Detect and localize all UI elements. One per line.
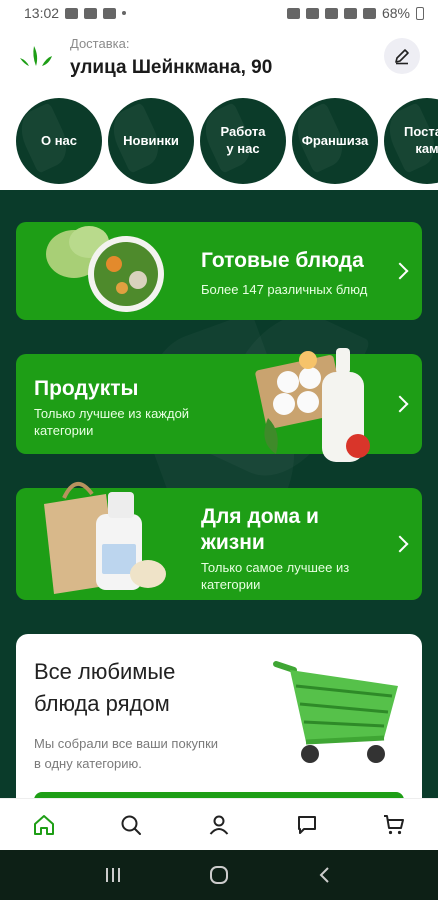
main-content[interactable]: Готовые блюда Более 147 различных блюд П… (0, 190, 438, 798)
app-header: Доставка: улица Шейнкмана, 90 (0, 26, 438, 96)
delivery-label: Доставка: (70, 36, 130, 51)
home-goods-image (44, 482, 166, 594)
stories-carousel[interactable]: О нас Новинки Работа у нас Франшиза Пост… (0, 96, 438, 190)
signal-icon-2 (362, 7, 376, 19)
chat-icon (297, 815, 316, 834)
card-title: Продукты (34, 377, 139, 400)
battery-level: 68% (381, 5, 410, 21)
chevron-right-icon (391, 535, 409, 553)
shopping-basket-image (273, 661, 398, 763)
card-subtitle: Только самое лучшее из категории (201, 560, 350, 592)
category-card-ready-meals[interactable]: Готовые блюда Более 147 различных блюд (16, 222, 422, 320)
promo-subtitle: Мы собрали все ваши покупки в одну катег… (34, 736, 219, 771)
status-time: 13:02 (24, 5, 60, 21)
story-about[interactable]: О нас (16, 98, 102, 184)
story-franchise[interactable]: Франшиза (292, 98, 378, 184)
battery-icon (416, 6, 424, 20)
system-navigation-bar (0, 850, 438, 900)
pencil-icon (395, 49, 409, 65)
delivery-address[interactable]: улица Шейнкмана, 90 (70, 57, 272, 79)
card-subtitle: Только лучшее из каждой категории (34, 406, 190, 438)
mail-notification-icon (103, 7, 117, 19)
promo-title: Все любимые блюда рядом (34, 659, 176, 716)
home-icon (33, 814, 54, 835)
edit-address-button[interactable] (384, 38, 420, 74)
gallery-notification-icon (65, 7, 79, 19)
search-icon (121, 815, 142, 835)
products-image (255, 348, 370, 462)
back-icon[interactable] (315, 865, 335, 885)
alarm-icon (286, 7, 300, 19)
chevron-right-icon (391, 262, 409, 280)
signal-icon (343, 7, 357, 19)
nav-chat[interactable] (287, 805, 327, 845)
card-title: Для дома и жизни (201, 505, 319, 555)
mute-icon (305, 7, 319, 19)
story-suppliers[interactable]: Постав кам (384, 98, 438, 184)
telegram-notification-icon (84, 7, 98, 19)
category-card-products[interactable]: Продукты Только лучшее из каждой категор… (16, 348, 422, 462)
recent-apps-icon[interactable] (103, 865, 123, 885)
wifi-icon (324, 7, 338, 19)
card-subtitle: Более 147 различных блюд (201, 282, 368, 297)
bottom-navigation (0, 798, 438, 850)
promo-card[interactable]: Все любимые блюда рядом Мы собрали все в… (16, 634, 422, 798)
cart-icon (384, 814, 405, 834)
nav-cart[interactable] (374, 805, 414, 845)
nav-home[interactable] (24, 805, 64, 845)
status-bar: 13:02 68% (0, 0, 438, 26)
category-card-home[interactable]: Для дома и жизни Только самое лучшее из … (16, 482, 422, 600)
ready-meals-image (46, 226, 164, 312)
nav-profile[interactable] (199, 805, 239, 845)
more-notifications-icon (122, 11, 127, 15)
story-new[interactable]: Новинки (108, 98, 194, 184)
story-jobs[interactable]: Работа у нас (200, 98, 286, 184)
chevron-right-icon (391, 395, 409, 413)
nav-search[interactable] (111, 805, 151, 845)
card-title: Готовые блюда (201, 249, 364, 272)
home-system-icon[interactable] (208, 864, 230, 886)
profile-icon (209, 815, 229, 835)
brand-logo-icon (20, 46, 52, 66)
